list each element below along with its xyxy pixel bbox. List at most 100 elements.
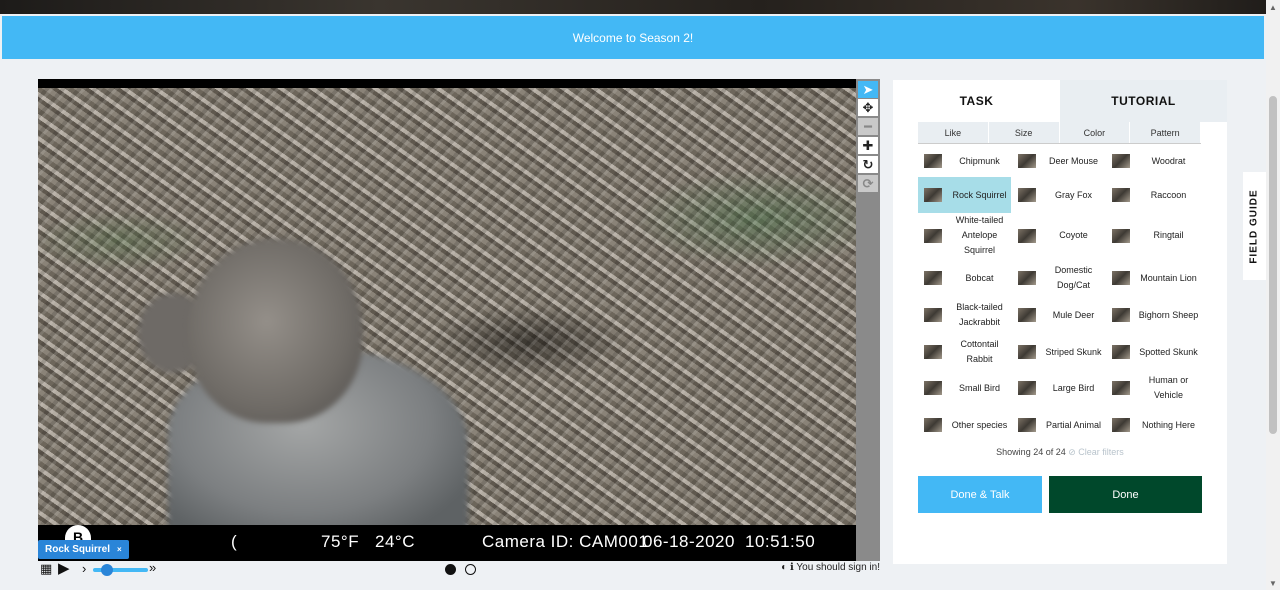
species-domestic-dog-cat[interactable]: Domestic Dog/Cat xyxy=(1012,260,1105,296)
info-icon[interactable]: ℹ xyxy=(790,562,794,573)
species-thumbnail xyxy=(1112,271,1130,285)
species-thumbnail xyxy=(1112,345,1130,359)
species-large-bird[interactable]: Large Bird xyxy=(1012,370,1105,406)
tag-label: Rock Squirrel xyxy=(45,544,111,555)
species-raccoon[interactable]: Raccoon xyxy=(1106,177,1201,213)
species-small-bird[interactable]: Small Bird xyxy=(918,370,1011,406)
temperature-c: 24°C xyxy=(375,532,415,551)
slower-icon[interactable]: › xyxy=(82,561,86,576)
species-rock-squirrel[interactable]: Rock Squirrel xyxy=(918,177,1011,213)
signin-notice: ◐ ℹ You should sign in! xyxy=(781,562,880,573)
selected-species-tag[interactable]: Rock Squirrel × xyxy=(38,540,129,559)
species-thumbnail xyxy=(924,188,942,202)
species-label: Domestic Dog/Cat xyxy=(1054,265,1093,290)
species-label: Large Bird xyxy=(1052,382,1095,393)
clear-filters-link[interactable]: ⊘ Clear filters xyxy=(1068,447,1124,457)
filter-like[interactable]: Like xyxy=(918,122,989,143)
species-black-tailed-jackrabbit[interactable]: Black-tailed Jackrabbit xyxy=(918,297,1011,333)
cursor-arrow-icon[interactable]: ➤ xyxy=(858,81,878,98)
frame-dot-1[interactable] xyxy=(445,564,456,575)
species-label: Bighorn Sheep xyxy=(1138,309,1199,320)
filter-size[interactable]: Size xyxy=(989,122,1060,143)
scroll-up-icon[interactable]: ▲ xyxy=(1266,0,1280,14)
species-label: Chipmunk xyxy=(959,155,1000,166)
species-label: Nothing Here xyxy=(1141,419,1196,430)
species-ringtail[interactable]: Ringtail xyxy=(1106,211,1201,260)
move-arrows-icon[interactable]: ✥ xyxy=(858,99,878,116)
filter-bar: Like Size Color Pattern xyxy=(918,122,1201,144)
info-paren: ( xyxy=(231,532,238,551)
species-chipmunk[interactable]: Chipmunk xyxy=(918,149,1011,173)
species-label: Mountain Lion xyxy=(1140,272,1197,283)
play-icon[interactable]: ▶ xyxy=(58,559,70,577)
species-label: Mule Deer xyxy=(1052,309,1095,320)
species-partial-animal[interactable]: Partial Animal xyxy=(1012,407,1105,443)
species-label: Deer Mouse xyxy=(1048,155,1099,166)
done-button[interactable]: Done xyxy=(1049,476,1202,513)
tab-task[interactable]: TASK xyxy=(893,80,1060,122)
species-nothing-here[interactable]: Nothing Here xyxy=(1106,407,1201,443)
species-label: Rock Squirrel xyxy=(952,189,1007,200)
field-guide-label: FIELD GUIDE xyxy=(1249,188,1260,264)
field-guide-tab[interactable]: FIELD GUIDE xyxy=(1243,172,1266,280)
species-spotted-skunk[interactable]: Spotted Skunk xyxy=(1106,334,1201,370)
species-woodrat[interactable]: Woodrat xyxy=(1106,149,1201,173)
minus-icon[interactable]: ━ xyxy=(858,118,878,135)
species-thumbnail xyxy=(924,308,942,322)
tab-tutorial[interactable]: TUTORIAL xyxy=(1060,80,1227,122)
species-label: Partial Animal xyxy=(1045,419,1102,430)
top-image-strip xyxy=(0,0,1266,14)
camera-id: Camera ID: CAM001 xyxy=(482,532,649,551)
species-thumbnail xyxy=(1112,228,1130,243)
species-deer-mouse[interactable]: Deer Mouse xyxy=(1012,149,1105,173)
species-gray-fox[interactable]: Gray Fox xyxy=(1012,177,1105,213)
species-label: Coyote xyxy=(1059,230,1088,240)
done-and-talk-button[interactable]: Done & Talk xyxy=(918,476,1042,513)
rotate-icon[interactable]: ↻ xyxy=(858,156,878,173)
species-mule-deer[interactable]: Mule Deer xyxy=(1012,297,1105,333)
species-other-species[interactable]: Other species xyxy=(918,407,1011,443)
signin-text[interactable]: You should sign in! xyxy=(796,562,880,573)
species-thumbnail xyxy=(924,345,942,359)
species-thumbnail xyxy=(1112,381,1130,395)
species-striped-skunk[interactable]: Striped Skunk xyxy=(1012,334,1105,370)
frame-dot-2[interactable] xyxy=(465,564,476,575)
species-label: White-tailed Antelope Squirrel xyxy=(955,215,1004,255)
species-mountain-lion[interactable]: Mountain Lion xyxy=(1106,260,1201,296)
species-cottontail-rabbit[interactable]: Cottontail Rabbit xyxy=(918,334,1011,370)
plus-icon[interactable]: ✚ xyxy=(858,137,878,154)
scroll-thumb[interactable] xyxy=(1269,96,1277,434)
species-thumbnail xyxy=(924,381,942,395)
contrast-icon[interactable]: ◐ xyxy=(781,562,787,573)
species-thumbnail xyxy=(1018,228,1036,243)
species-human-or-vehicle[interactable]: Human or Vehicle xyxy=(1106,370,1201,406)
banner-text: Welcome to Season 2! xyxy=(572,30,694,45)
speed-slider-knob[interactable] xyxy=(101,564,113,576)
species-white-tailed-antelope-squirrel[interactable]: White-tailed Antelope Squirrel xyxy=(918,211,1011,260)
species-thumbnail xyxy=(1018,381,1036,395)
species-coyote[interactable]: Coyote xyxy=(1012,211,1105,260)
scroll-down-icon[interactable]: ▼ xyxy=(1266,576,1280,590)
species-label: Ringtail xyxy=(1153,230,1184,240)
species-bighorn-sheep[interactable]: Bighorn Sheep xyxy=(1106,297,1201,333)
species-label: Cottontail Rabbit xyxy=(960,339,999,364)
showing-count: Showing 24 of 24 ⊘ Clear filters xyxy=(893,447,1227,458)
page-scrollbar[interactable]: ▲ ▼ xyxy=(1266,0,1280,590)
species-bobcat[interactable]: Bobcat xyxy=(918,260,1011,296)
filter-pattern[interactable]: Pattern xyxy=(1130,122,1201,143)
filter-color[interactable]: Color xyxy=(1060,122,1131,143)
species-thumbnail xyxy=(1018,154,1036,168)
species-thumbnail xyxy=(1112,308,1130,322)
faster-icon[interactable]: » xyxy=(149,560,156,575)
species-label: Small Bird xyxy=(958,382,1000,393)
capture-date: 06-18-2020 xyxy=(643,532,735,551)
close-icon[interactable]: × xyxy=(117,545,122,554)
playback-controls: ▦ ▶ › » ◐ ℹ You should sign in! xyxy=(38,560,880,580)
grid-view-icon[interactable]: ▦ xyxy=(40,561,52,577)
reset-icon[interactable]: ⟳ xyxy=(858,175,878,192)
species-thumbnail xyxy=(1112,188,1130,202)
temperature-f: 75°F xyxy=(321,532,360,551)
camera-trap-image[interactable] xyxy=(38,88,856,525)
species-thumbnail xyxy=(1018,271,1036,285)
species-label: Human or Vehicle xyxy=(1148,375,1189,400)
